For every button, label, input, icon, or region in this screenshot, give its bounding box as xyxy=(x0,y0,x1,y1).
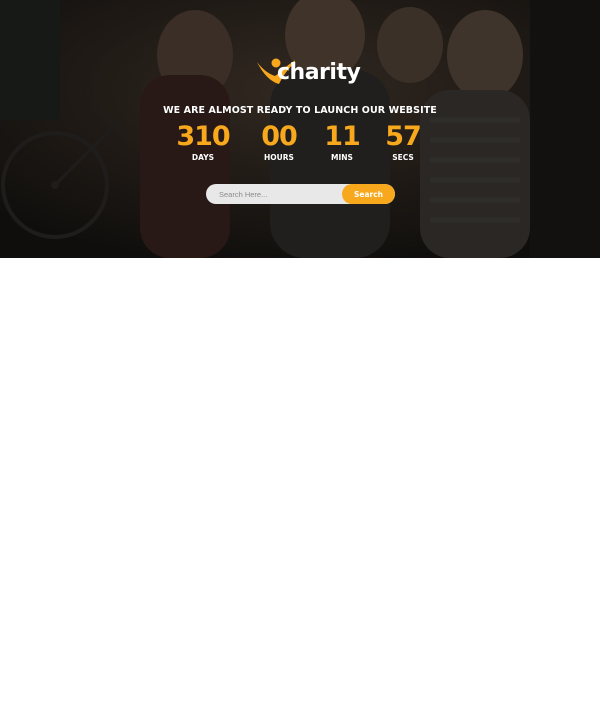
search-form: Search xyxy=(206,184,395,204)
brand-name: charity xyxy=(277,60,361,85)
countdown-secs-value: 57 xyxy=(385,121,422,152)
search-input[interactable] xyxy=(206,184,346,204)
countdown-secs-label: SECS xyxy=(392,153,414,162)
countdown-days-value: 310 xyxy=(176,121,230,152)
brand-logo[interactable]: charity xyxy=(255,50,361,90)
countdown-secs: 57 SECS xyxy=(363,121,443,163)
launch-tagline: WE ARE ALMOST READY TO LAUNCH OUR WEBSIT… xyxy=(163,105,437,116)
search-button[interactable]: Search xyxy=(342,184,395,204)
hero-section: charity WE ARE ALMOST READY TO LAUNCH OU… xyxy=(0,0,600,258)
countdown-timer: 310 DAYS 00 HOURS 11 MINS 57 SECS xyxy=(0,122,600,167)
countdown-days: 310 DAYS xyxy=(163,121,243,163)
countdown-days-label: DAYS xyxy=(191,153,215,162)
